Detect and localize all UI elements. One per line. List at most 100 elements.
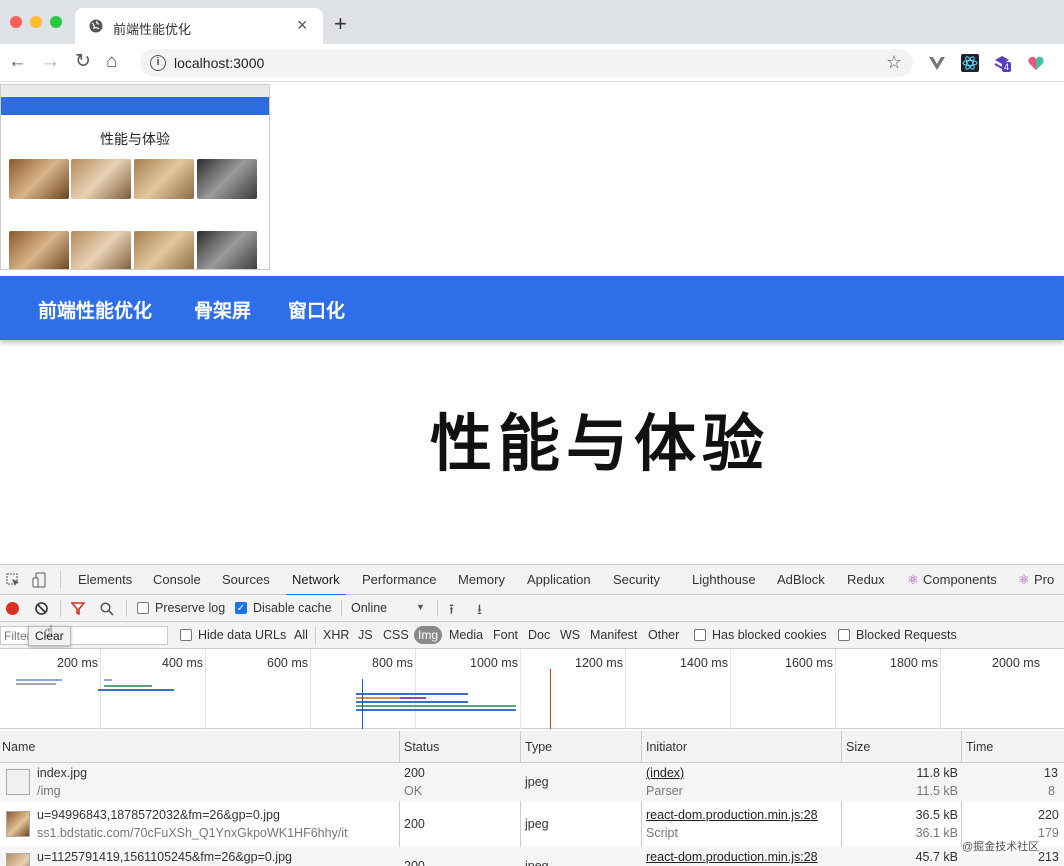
inspect-element-icon[interactable] [6,573,20,587]
record-button[interactable] [6,602,19,615]
bookmark-star-icon[interactable]: ☆ [886,52,902,73]
waterfall-bar [98,689,174,691]
filter-type-ws[interactable]: WS [560,628,580,642]
column-type[interactable]: Type [525,740,552,754]
tab-redux[interactable]: Redux [847,572,885,587]
disable-cache-checkbox[interactable]: ✓ [235,602,247,614]
tab-components[interactable]: Components [923,572,997,587]
request-status: 200 [404,859,425,866]
forward-icon[interactable]: → [41,52,60,72]
thumbnail-image [9,159,69,199]
tab-security[interactable]: Security [613,572,660,587]
throttling-select[interactable]: Online [351,601,387,615]
filter-type-all[interactable]: All [294,628,308,642]
filter-bar: Filter Hide data URLs All XHR JS CSS Img… [0,622,1064,649]
home-icon[interactable]: ⌂ [106,52,117,72]
back-icon[interactable]: ← [8,52,27,72]
vue-devtools-icon[interactable] [928,54,946,72]
clear-icon[interactable] [35,602,48,615]
browser-tab[interactable]: 前端性能优化 × [75,8,323,44]
address-bar[interactable]: i localhost:3000 ☆ [140,49,913,77]
tab-elements[interactable]: Elements [78,572,132,587]
requests-table-header: Name Status Type Initiator Size Time [0,731,1064,763]
timeline-tick: 1400 ms [680,656,728,670]
react-devtools-icon[interactable] [961,54,979,72]
request-initiator[interactable]: react-dom.production.min.js:28 [646,850,818,864]
request-time: 213 [1038,850,1059,864]
tab-memory[interactable]: Memory [458,572,505,587]
heart-extension-icon[interactable] [1027,54,1045,72]
extension-badge: 4 [1002,62,1012,72]
blocked-requests-label: Blocked Requests [856,628,957,642]
url-text[interactable]: localhost:3000 [174,55,264,71]
waterfall-bar [16,679,62,681]
filter-type-js[interactable]: JS [358,628,373,642]
hide-data-urls-checkbox[interactable] [180,629,192,641]
filter-type-media[interactable]: Media [449,628,483,642]
request-initiator[interactable]: react-dom.production.min.js:28 [646,808,818,822]
waterfall-bar [356,693,468,695]
network-overview[interactable]: 200 ms 400 ms 600 ms 800 ms 1000 ms 1200… [0,649,1064,729]
info-icon[interactable]: i [150,55,166,71]
minimize-window-icon[interactable] [30,16,42,28]
nav-link-windowing[interactable]: 窗口化 [288,296,345,323]
tab-network[interactable]: Network [286,572,346,596]
filter-input[interactable]: Filter [0,626,168,645]
redux-devtools-icon[interactable]: 4 [993,54,1012,72]
close-window-icon[interactable] [10,16,22,28]
reload-icon[interactable]: ↻ [75,52,91,72]
column-initiator[interactable]: Initiator [646,740,687,754]
tab-sources[interactable]: Sources [222,572,270,587]
column-time[interactable]: Time [966,740,993,754]
timeline-gridline [940,649,941,729]
table-row[interactable]: index.jpg /img 200 OK jpeg (index) Parse… [0,763,1064,801]
table-row[interactable]: u=1125791419,1561105245&fm=26&gp=0.jpg 2… [0,847,1064,866]
tab-console[interactable]: Console [153,572,201,587]
close-tab-icon[interactable]: × [297,16,308,34]
tab-adblock[interactable]: AdBlock [777,572,825,587]
file-icon [6,769,30,795]
device-toolbar-icon[interactable] [32,572,46,588]
filter-type-xhr[interactable]: XHR [323,628,349,642]
tab-profiler[interactable]: Pro [1034,572,1054,587]
chevron-down-icon[interactable]: ▼ [416,602,425,612]
filter-icon[interactable] [71,602,85,615]
tab-performance[interactable]: Performance [362,572,436,587]
nav-link-skeleton[interactable]: 骨架屏 [194,296,251,323]
import-har-icon[interactable]: ⭱ [449,599,454,623]
filter-type-manifest[interactable]: Manifest [590,628,637,642]
nav-link-perf[interactable]: 前端性能优化 [38,296,152,323]
preserve-log-label: Preserve log [155,601,226,615]
request-type: jpeg [525,817,549,831]
tab-lighthouse[interactable]: Lighthouse [692,572,756,587]
table-row[interactable]: u=94996843,1878572032&fm=26&gp=0.jpg ss1… [0,805,1064,843]
maximize-window-icon[interactable] [50,16,62,28]
request-name: u=94996843,1878572032&fm=26&gp=0.jpg [37,808,280,822]
column-size[interactable]: Size [846,740,870,754]
page-thumbnail: 性能与体验 [0,84,270,270]
request-path: ss1.bdstatic.com/70cFuXSh_Q1YnxGkpoWK1HF… [37,826,348,840]
preserve-log-checkbox[interactable] [137,602,149,614]
filter-type-doc[interactable]: Doc [528,628,550,642]
image-thumbnail-icon [6,853,30,866]
timeline-gridline [835,649,836,729]
blocked-requests-checkbox[interactable] [838,629,850,641]
search-icon[interactable] [100,602,114,616]
filter-type-css[interactable]: CSS [383,628,409,642]
has-blocked-cookies-checkbox[interactable] [694,629,706,641]
filter-type-img[interactable]: Img [414,626,442,644]
separator [341,600,342,617]
request-status-text: OK [404,784,423,798]
tab-application[interactable]: Application [527,572,591,587]
request-size: 36.5 kB [915,808,958,822]
request-initiator[interactable]: (index) [646,766,684,780]
load-event-line [550,669,551,729]
browser-toolbar: ← → ↻ ⌂ i localhost:3000 ☆ 4 [0,44,1064,82]
filter-type-font[interactable]: Font [493,628,518,642]
column-name[interactable]: Name [2,740,35,754]
column-status[interactable]: Status [404,740,439,754]
export-har-icon[interactable]: ⭳ [477,599,482,623]
new-tab-icon[interactable]: + [334,13,347,35]
filter-type-other[interactable]: Other [648,628,679,642]
request-status: 200 [404,766,425,780]
